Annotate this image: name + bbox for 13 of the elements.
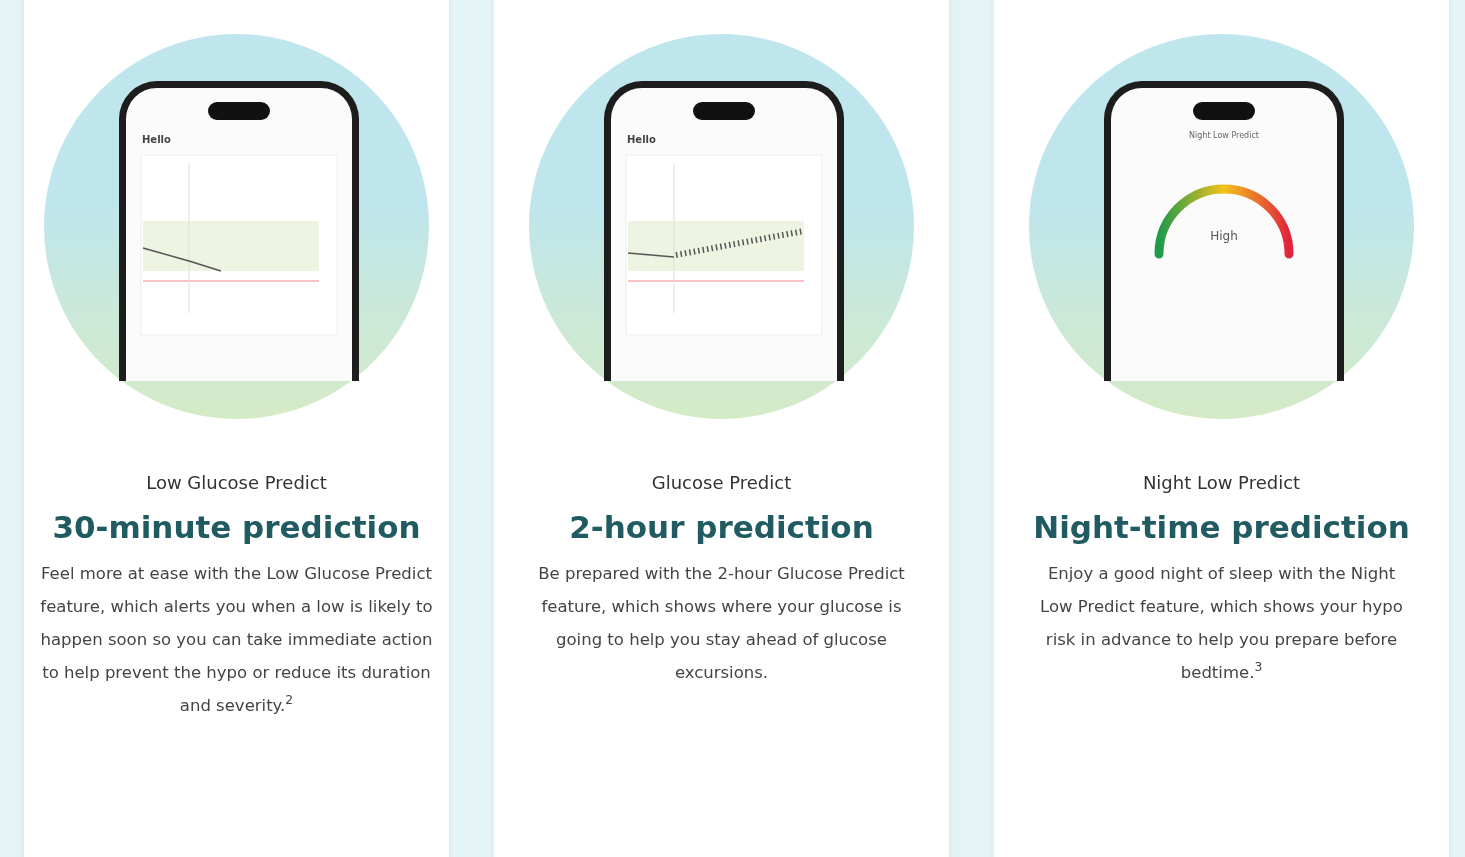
feature-subtitle: Glucose Predict bbox=[651, 471, 792, 495]
risk-level: High bbox=[1210, 229, 1238, 243]
feature-subtitle: Low Glucose Predict bbox=[146, 471, 327, 495]
screen-greeting: Hello bbox=[142, 133, 172, 147]
feature-title: 30-minute prediction bbox=[52, 508, 421, 547]
screen-greeting: Hello bbox=[627, 133, 657, 147]
feature-description: Be prepared with the 2-hour Glucose Predict feature, which shows where your glucose is going to help you stay ahead of glucose excursions. bbox=[537, 562, 906, 684]
feature-title: 2-hour prediction bbox=[569, 508, 874, 547]
feature-description: Feel more at ease with the Low Glucose Predict feature, which alerts you when a low is likely to happen soon so you can take immediate action to help prevent the hypo or reduce its duration and severity.$^{2}$ bbox=[39, 562, 434, 717]
feature-description: Enjoy a good night of sleep with the Night Low Predict feature, which shows your hypo risk in advance to help you prepare before bedtime.$^{3}$ bbox=[1039, 562, 1404, 684]
feature-subtitle: Night Low Predict bbox=[1142, 471, 1301, 495]
screen-heading: Night Low Predict bbox=[1188, 130, 1260, 142]
feature-title: Night-time prediction bbox=[1033, 508, 1410, 547]
